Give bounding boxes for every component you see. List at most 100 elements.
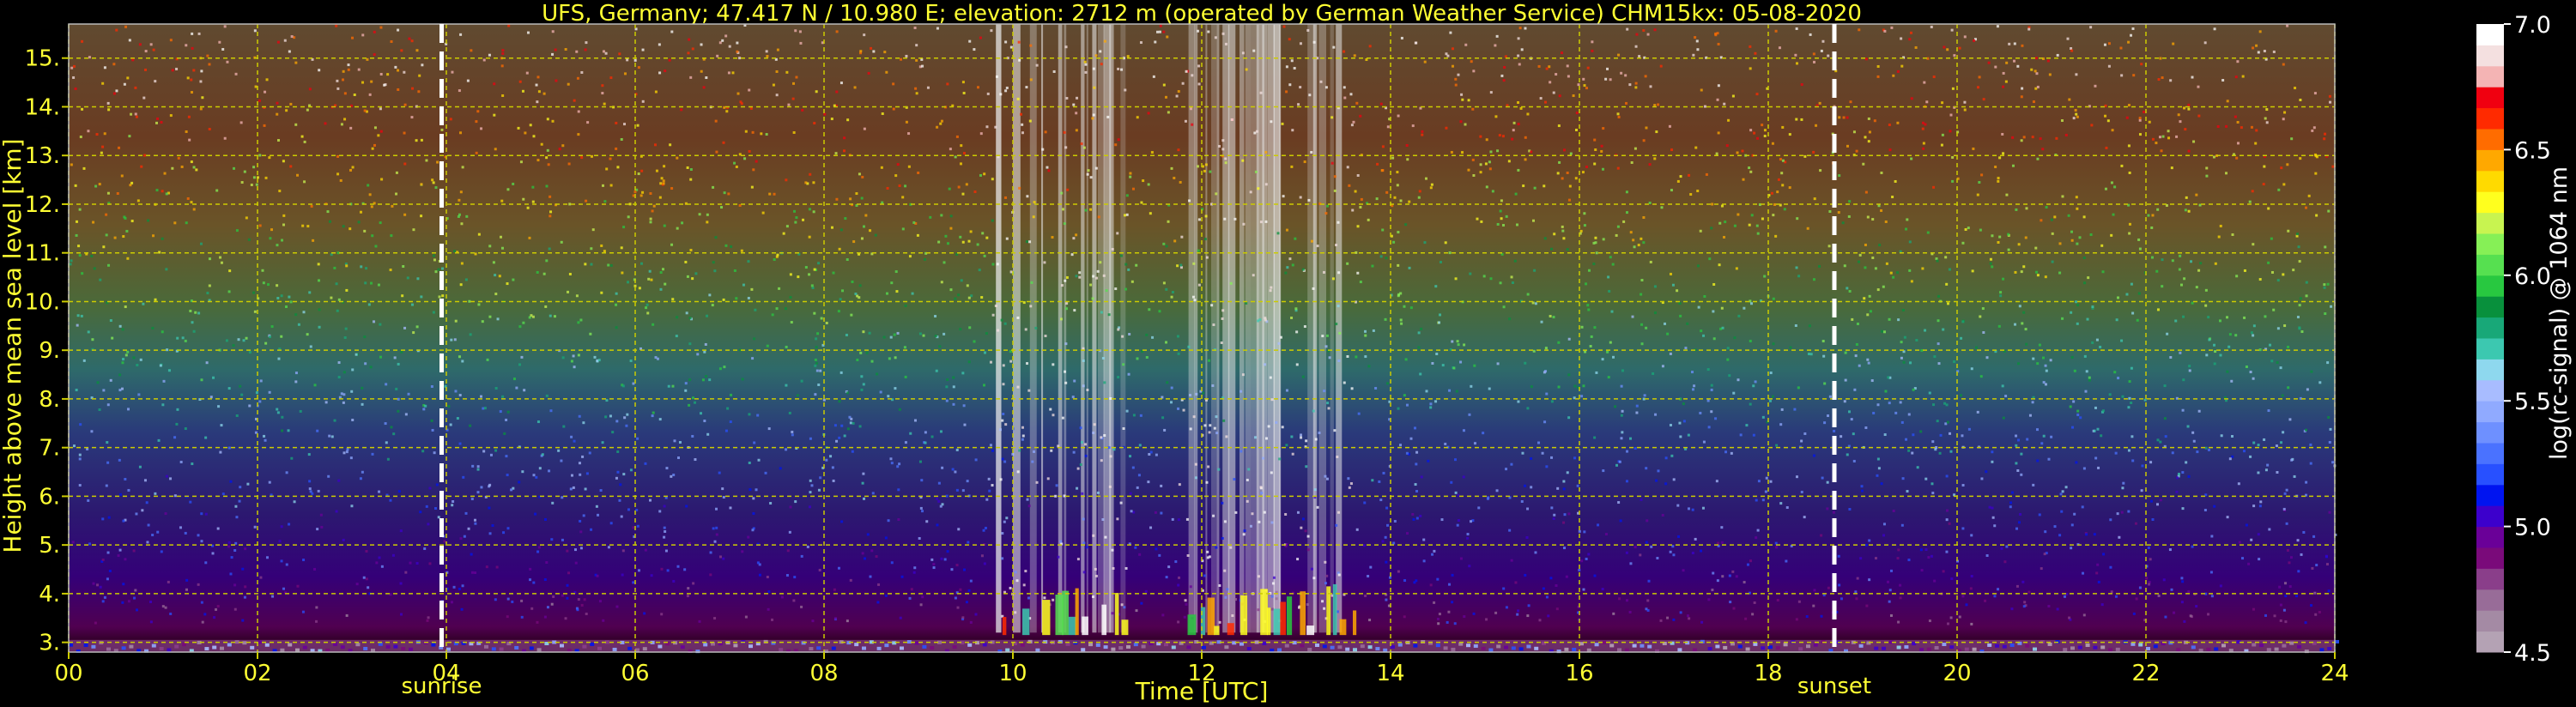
surface-speck	[121, 646, 126, 650]
noise-speck	[2285, 522, 2288, 525]
x-tick-label: 22	[2131, 661, 2160, 686]
noise-speck	[460, 262, 464, 265]
noise-speck	[688, 342, 692, 346]
noise-speck	[1034, 326, 1038, 329]
noise-speck	[761, 211, 765, 215]
noise-speck	[912, 221, 916, 224]
noise-speck	[1625, 599, 1628, 602]
noise-speck	[2070, 355, 2074, 359]
noise-speck	[1672, 478, 1676, 481]
noise-speck	[520, 355, 524, 359]
noise-speck	[1147, 112, 1150, 115]
noise-speck	[758, 573, 761, 577]
noise-speck	[1998, 156, 2002, 160]
noise-speck	[609, 522, 613, 525]
noise-speck	[1468, 565, 1471, 568]
noise-speck	[161, 605, 165, 608]
noise-speck	[850, 313, 853, 317]
noise-speck	[1218, 144, 1221, 148]
noise-speck	[223, 136, 227, 140]
noise-speck	[1517, 123, 1520, 126]
noise-speck	[1561, 225, 1564, 228]
noise-speck	[1104, 535, 1107, 539]
surface-speck	[1919, 648, 1924, 652]
noise-speck	[1092, 67, 1095, 70]
noise-speck	[2032, 100, 2035, 104]
noise-speck	[615, 420, 619, 423]
noise-speck	[161, 330, 164, 334]
noise-speck	[568, 272, 572, 275]
noise-speck	[846, 391, 849, 395]
noise-speck	[889, 335, 893, 339]
noise-speck	[590, 528, 593, 531]
noise-speck	[675, 335, 678, 338]
noise-speck	[1089, 208, 1093, 211]
noise-speck	[2130, 33, 2133, 37]
noise-speck	[1580, 325, 1584, 329]
surface-speck	[167, 648, 172, 652]
noise-speck	[715, 533, 718, 536]
noise-speck	[1382, 471, 1385, 474]
noise-speck	[162, 379, 166, 383]
noise-speck	[175, 422, 179, 426]
noise-speck	[1295, 363, 1299, 366]
noise-speck	[1170, 295, 1173, 299]
noise-speck	[1717, 541, 1720, 545]
noise-speck	[949, 215, 953, 218]
noise-speck	[1360, 197, 1363, 201]
noise-speck	[2017, 362, 2021, 366]
noise-speck	[2177, 472, 2180, 475]
noise-speck	[1970, 367, 1973, 371]
noise-speck	[766, 55, 769, 58]
noise-speck	[1771, 395, 1774, 398]
noise-speck	[192, 69, 196, 72]
noise-speck	[1438, 613, 1441, 616]
cloud-streak	[1279, 24, 1282, 633]
noise-speck	[650, 278, 653, 281]
noise-speck	[567, 162, 571, 166]
noise-speck	[431, 428, 434, 432]
noise-speck	[1137, 474, 1141, 477]
noise-speck	[2236, 142, 2240, 145]
noise-speck	[1620, 71, 1623, 75]
noise-speck	[809, 479, 812, 482]
noise-speck	[715, 507, 718, 511]
noise-speck	[658, 71, 662, 75]
noise-speck	[788, 530, 791, 534]
noise-speck	[1634, 82, 1638, 85]
noise-speck	[426, 619, 429, 622]
noise-speck	[1812, 604, 1815, 607]
noise-speck	[364, 362, 367, 366]
sunset-label: sunset	[1797, 674, 1871, 699]
noise-speck	[377, 134, 380, 137]
noise-speck	[1707, 426, 1711, 429]
noise-speck	[1328, 356, 1331, 360]
noise-speck	[351, 166, 355, 169]
noise-speck	[1421, 133, 1424, 136]
noise-speck	[441, 294, 445, 298]
noise-speck	[1612, 612, 1615, 615]
noise-speck	[2327, 209, 2331, 213]
noise-speck	[538, 467, 542, 470]
noise-speck	[1710, 227, 1713, 230]
noise-speck	[549, 314, 552, 317]
surface-speck	[1186, 645, 1191, 650]
noise-speck	[206, 292, 209, 295]
noise-speck	[558, 148, 561, 151]
colorbar-segment	[2476, 547, 2504, 569]
noise-speck	[512, 378, 516, 381]
noise-speck	[1469, 272, 1472, 275]
noise-speck	[1100, 311, 1103, 314]
noise-speck	[609, 263, 613, 267]
surface-speck	[363, 646, 368, 650]
colorbar-segment	[2476, 526, 2504, 548]
noise-speck	[1908, 38, 1912, 41]
noise-speck	[1264, 437, 1268, 440]
noise-speck	[1171, 517, 1174, 521]
noise-speck	[395, 192, 398, 196]
noise-speck	[1772, 214, 1775, 217]
noise-speck	[2328, 511, 2331, 514]
noise-speck	[2082, 467, 2086, 470]
noise-speck	[1127, 372, 1130, 376]
noise-speck	[1819, 169, 1822, 172]
